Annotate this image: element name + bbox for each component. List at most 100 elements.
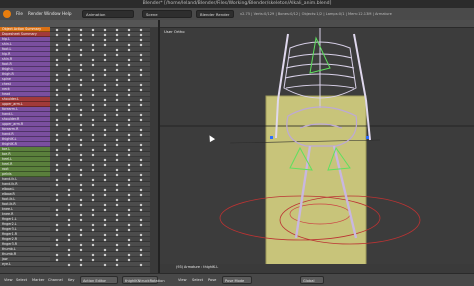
keyframe-diamond[interactable]	[139, 193, 143, 196]
keyframe-diamond[interactable]	[115, 188, 119, 191]
keyframe-diamond[interactable]	[79, 108, 83, 111]
keyframe-diamond[interactable]	[139, 73, 143, 76]
keyframe-diamond[interactable]	[67, 73, 71, 76]
keyframe-diamond[interactable]	[115, 113, 119, 116]
keyframe-row[interactable]	[50, 262, 150, 267]
keyframe-diamond[interactable]	[139, 128, 143, 131]
keyframe-diamond[interactable]	[91, 228, 95, 231]
keyframe-diamond[interactable]	[115, 218, 119, 221]
keyframe-diamond[interactable]	[103, 43, 107, 46]
keyframe-diamond[interactable]	[79, 53, 83, 56]
keyframe-diamond[interactable]	[115, 128, 119, 131]
keyframe-diamond[interactable]	[127, 118, 131, 121]
dopesheet-channel-menu[interactable]: Channel	[48, 276, 63, 284]
keyframe-diamond[interactable]	[55, 153, 59, 156]
keyframe-diamond[interactable]	[79, 188, 83, 191]
keyframe-diamond[interactable]	[79, 158, 83, 161]
keyframe-diamond[interactable]	[55, 33, 59, 36]
keyframe-diamond[interactable]	[103, 98, 107, 101]
keyframe-diamond[interactable]	[67, 118, 71, 121]
keyframe-diamond[interactable]	[91, 223, 95, 226]
keyframe-diamond[interactable]	[79, 228, 83, 231]
keyframe-diamond[interactable]	[127, 63, 131, 66]
keyframe-diamond[interactable]	[115, 203, 119, 206]
keyframe-diamond[interactable]	[127, 153, 131, 156]
keyframe-diamond[interactable]	[139, 263, 143, 266]
keyframe-diamond[interactable]	[139, 103, 143, 106]
keyframe-diamond[interactable]	[139, 163, 143, 166]
channel-row[interactable]: eye.L	[0, 262, 50, 267]
keyframe-diamond[interactable]	[127, 58, 131, 61]
keyframe-diamond[interactable]	[79, 213, 83, 216]
keyframe-diamond[interactable]	[67, 218, 71, 221]
keyframe-diamond[interactable]	[127, 28, 131, 31]
keyframe-diamond[interactable]	[79, 38, 83, 41]
keyframe-diamond[interactable]	[139, 143, 143, 146]
keyframe-diamond[interactable]	[79, 123, 83, 126]
keyframe-diamond[interactable]	[103, 148, 107, 151]
keyframe-diamond[interactable]	[55, 213, 59, 216]
keyframe-diamond[interactable]	[67, 28, 71, 31]
viewport-select-menu[interactable]: Select	[192, 276, 203, 284]
keyframe-diamond[interactable]	[103, 173, 107, 176]
keyframe-diamond[interactable]	[115, 63, 119, 66]
keyframe-diamond[interactable]	[79, 93, 83, 96]
keyframe-diamond[interactable]	[103, 113, 107, 116]
keyframe-diamond[interactable]	[55, 243, 59, 246]
keyframe-diamond[interactable]	[91, 73, 95, 76]
keyframe-diamond[interactable]	[67, 173, 71, 176]
keyframe-diamond[interactable]	[103, 53, 107, 56]
render-engine-select[interactable]: Blender Render	[196, 10, 234, 18]
keyframe-diamond[interactable]	[103, 33, 107, 36]
keyframe-diamond[interactable]	[139, 133, 143, 136]
keyframe-diamond[interactable]	[79, 203, 83, 206]
keyframe-diamond[interactable]	[91, 78, 95, 81]
keyframe-diamond[interactable]	[79, 258, 83, 261]
keyframe-diamond[interactable]	[103, 158, 107, 161]
keyframe-diamond[interactable]	[139, 113, 143, 116]
keyframe-diamond[interactable]	[115, 248, 119, 251]
keyframe-diamond[interactable]	[79, 233, 83, 236]
keyframe-diamond[interactable]	[67, 223, 71, 226]
keyframe-diamond[interactable]	[127, 258, 131, 261]
transform-orientation-select[interactable]: Global	[300, 276, 324, 284]
menu-file[interactable]: File	[16, 8, 23, 20]
keyframe-diamond[interactable]	[115, 108, 119, 111]
keyframe-diamond[interactable]	[67, 38, 71, 41]
keyframe-diamond[interactable]	[127, 93, 131, 96]
keyframe-diamond[interactable]	[127, 238, 131, 241]
keyframe-diamond[interactable]	[55, 138, 59, 141]
keyframe-diamond[interactable]	[115, 228, 119, 231]
keyframe-diamond[interactable]	[67, 88, 71, 91]
keyframe-diamond[interactable]	[55, 258, 59, 261]
viewport-view-menu[interactable]: View	[178, 276, 187, 284]
keyframe-diamond[interactable]	[139, 188, 143, 191]
keyframe-diamond[interactable]	[79, 218, 83, 221]
keyframe-diamond[interactable]	[55, 28, 59, 31]
keyframe-diamond[interactable]	[79, 263, 83, 266]
keyframe-diamond[interactable]	[79, 68, 83, 71]
keyframe-diamond[interactable]	[139, 223, 143, 226]
keyframe-diamond[interactable]	[55, 253, 59, 256]
keyframe-diamond[interactable]	[67, 33, 71, 36]
keyframe-diamond[interactable]	[127, 43, 131, 46]
keyframe-diamond[interactable]	[103, 233, 107, 236]
keyframe-diamond[interactable]	[55, 63, 59, 66]
keyframe-diamond[interactable]	[139, 58, 143, 61]
keyframe-diamond[interactable]	[127, 108, 131, 111]
dopesheet-marker-menu[interactable]: Marker	[32, 276, 44, 284]
keyframe-diamond[interactable]	[103, 193, 107, 196]
keyframe-diamond[interactable]	[91, 43, 95, 46]
keyframe-diamond[interactable]	[91, 138, 95, 141]
keyframe-diamond[interactable]	[103, 178, 107, 181]
keyframe-diamond[interactable]	[91, 118, 95, 121]
keyframe-diamond[interactable]	[115, 198, 119, 201]
keyframe-diamond[interactable]	[55, 103, 59, 106]
keyframe-diamond[interactable]	[139, 28, 143, 31]
keyframe-diamond[interactable]	[139, 98, 143, 101]
keyframe-diamond[interactable]	[91, 88, 95, 91]
keyframe-diamond[interactable]	[55, 48, 59, 51]
keyframe-diamond[interactable]	[103, 58, 107, 61]
keyframe-diamond[interactable]	[91, 208, 95, 211]
keyframe-diamond[interactable]	[67, 178, 71, 181]
